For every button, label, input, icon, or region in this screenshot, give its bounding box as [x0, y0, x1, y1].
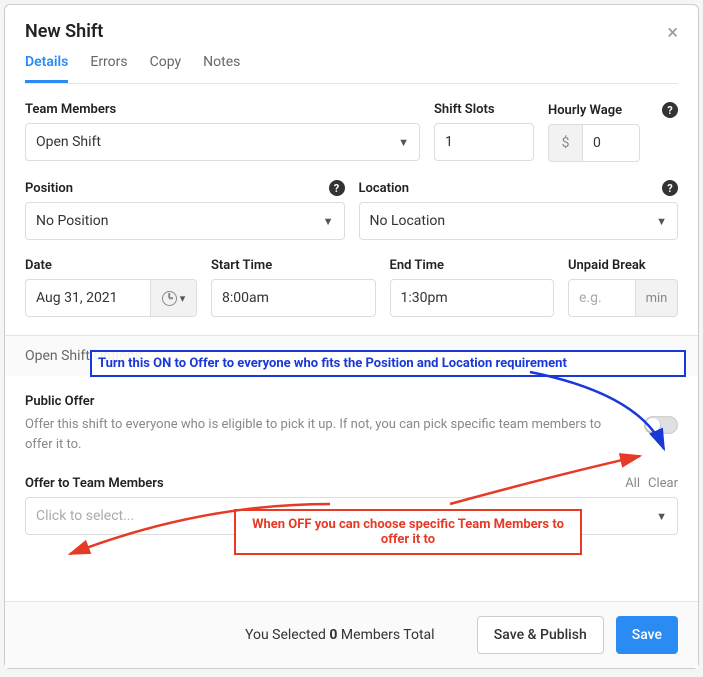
tab-details[interactable]: Details — [25, 54, 68, 83]
date-label: Date — [25, 258, 197, 273]
hourly-wage-input[interactable]: 0 — [582, 124, 640, 162]
annotation-blue: Turn this ON to Offer to everyone who fi… — [90, 350, 686, 377]
tab-notes[interactable]: Notes — [203, 54, 240, 83]
unpaid-break-label: Unpaid Break — [568, 258, 678, 273]
modal-title: New Shift — [25, 21, 103, 42]
modal-header: New Shift × Details Errors Copy Notes — [5, 5, 698, 84]
public-offer-label: Public Offer — [25, 394, 614, 409]
end-time-input[interactable]: 1:30pm — [390, 279, 555, 317]
help-icon[interactable]: ? — [662, 180, 678, 196]
help-icon[interactable]: ? — [662, 102, 678, 118]
team-members-label: Team Members — [25, 102, 420, 117]
position-select[interactable]: No Position ▼ — [25, 202, 345, 240]
tab-copy[interactable]: Copy — [150, 54, 182, 83]
clear-link[interactable]: Clear — [648, 476, 678, 491]
members-selected-summary: You Selected 0 Members Total — [25, 627, 435, 643]
tab-errors[interactable]: Errors — [90, 54, 127, 83]
toggle-knob — [646, 418, 660, 432]
currency-prefix: $ — [548, 124, 582, 162]
location-select[interactable]: No Location ▼ — [359, 202, 679, 240]
select-all-link[interactable]: All — [625, 476, 640, 491]
chevron-down-icon: ▾ — [180, 292, 186, 305]
save-publish-button[interactable]: Save & Publish — [477, 616, 604, 654]
chevron-down-icon: ▼ — [398, 136, 409, 149]
start-time-label: Start Time — [211, 258, 376, 273]
team-members-value: Open Shift — [36, 134, 101, 150]
chevron-down-icon: ▼ — [656, 510, 667, 523]
annotation-red: When OFF you can choose specific Team Me… — [234, 509, 582, 555]
position-label: Position — [25, 181, 73, 196]
location-label: Location — [359, 181, 410, 196]
date-picker[interactable]: Aug 31, 2021 ▾ — [25, 279, 197, 317]
shift-slots-input[interactable]: 1 — [434, 123, 534, 161]
offer-to-team-label: Offer to Team Members — [25, 476, 164, 491]
chevron-down-icon: ▼ — [656, 215, 667, 228]
new-shift-modal: New Shift × Details Errors Copy Notes Te… — [4, 4, 699, 669]
help-icon[interactable]: ? — [329, 180, 345, 196]
team-members-select[interactable]: Open Shift ▼ — [25, 123, 420, 161]
close-icon[interactable]: × — [667, 22, 678, 42]
public-offer-toggle[interactable] — [644, 416, 678, 434]
public-offer-description: Offer this shift to everyone who is elig… — [25, 415, 614, 454]
modal-footer: You Selected 0 Members Total Save & Publ… — [5, 601, 698, 668]
tab-bar: Details Errors Copy Notes — [25, 54, 678, 84]
chevron-down-icon: ▼ — [323, 215, 334, 228]
save-button[interactable]: Save — [616, 616, 678, 654]
date-dropdown-button[interactable]: ▾ — [150, 280, 196, 316]
break-unit-suffix: min — [636, 279, 678, 317]
unpaid-break-input[interactable]: e.g. — [568, 279, 636, 317]
start-time-input[interactable]: 8:00am — [211, 279, 376, 317]
end-time-label: End Time — [390, 258, 555, 273]
hourly-wage-label: Hourly Wage — [548, 103, 622, 118]
clock-icon — [162, 291, 177, 306]
shift-slots-label: Shift Slots — [434, 102, 534, 117]
